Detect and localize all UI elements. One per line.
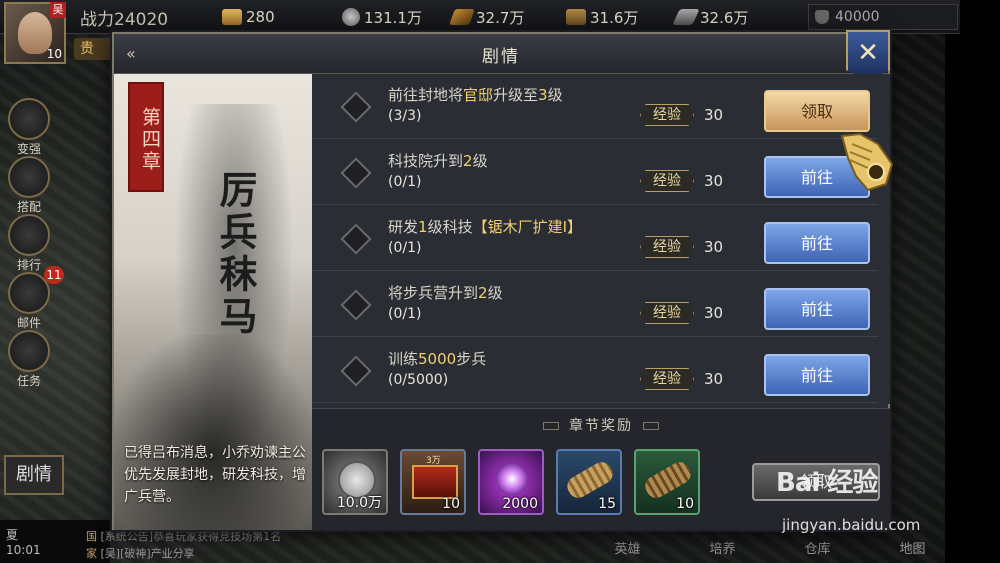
- task-list: 前往封地将官邸升级至3级 (3/3) 经验 30 领取 科技院升到2级 (0/1…: [312, 74, 890, 404]
- story-shortcut-button[interactable]: 剧情: [4, 455, 64, 495]
- task-title: 将步兵营升到2级: [388, 284, 503, 302]
- task-row: 科技院升到2级 (0/1) 经验 30 前往: [312, 140, 878, 205]
- task-title: 科技院升到2级: [388, 152, 488, 170]
- task-row: 前往封地将官邸升级至3级 (3/3) 经验 30 领取: [312, 74, 878, 139]
- claim-button[interactable]: 领取: [764, 90, 870, 132]
- fist-icon: [8, 98, 50, 140]
- xp-value: 30: [704, 304, 724, 322]
- troop-count[interactable]: 40000: [808, 4, 958, 30]
- task-progress: (0/5000): [388, 372, 449, 388]
- task-status-icon: [340, 355, 372, 387]
- top-status-bar: 战力24020 280 131.1万 32.7万 31.6万 32.6万 400…: [0, 0, 960, 34]
- reward-count: 10: [676, 496, 694, 512]
- xp-value: 30: [704, 370, 724, 388]
- tab-heroes[interactable]: 英雄: [614, 538, 640, 557]
- player-level: 10: [46, 47, 62, 61]
- task-progress: (0/1): [388, 174, 422, 190]
- go-button[interactable]: 前往: [764, 222, 870, 264]
- coin-icon[interactable]: 10.0万: [322, 449, 388, 515]
- task-progress: (3/3): [388, 108, 422, 124]
- baidu-watermark: Bai 经验 jingyan.baidu.com: [776, 452, 956, 552]
- task-status-icon: [340, 223, 372, 255]
- player-avatar[interactable]: 吴 10: [4, 2, 66, 64]
- side-button-ranking[interactable]: 排行: [4, 214, 54, 273]
- green-scroll-icon[interactable]: 10: [634, 449, 700, 515]
- chapter-description: 已得吕布消息，小乔劝谏主公优先发展封地，研发科技，增广兵营。: [124, 445, 306, 505]
- task-title: 训练5000步兵: [388, 350, 487, 368]
- rewards-title: 章节奖励: [312, 415, 890, 435]
- chest-tag: 3万: [426, 456, 441, 466]
- food-resource[interactable]: 32.7万: [449, 6, 524, 28]
- reward-count: 15: [598, 496, 616, 512]
- task-status-icon: [340, 157, 372, 189]
- compass-icon: [8, 156, 50, 198]
- chapter-illustration: 第四章 厉兵秣马 已得吕布消息，小乔劝谏主公优先发展封地，研发科技，增广兵营。: [114, 74, 312, 530]
- xp-value: 30: [704, 238, 724, 256]
- task-row: 研发1级科技【锯木厂扩建Ⅰ】 (0/1) 经验 30 前往: [312, 206, 878, 271]
- watermark-url: jingyan.baidu.com: [782, 516, 921, 534]
- side-button-strengthen[interactable]: 变强: [4, 98, 54, 157]
- task-title: 前往封地将官邸升级至3级: [388, 86, 563, 104]
- tab-train[interactable]: 培养: [709, 538, 735, 557]
- chapter-name: 厉兵秣马: [213, 170, 258, 338]
- reward-count: 10.0万: [336, 495, 382, 511]
- chest-icon[interactable]: 3万 10: [400, 449, 466, 515]
- iron-icon: [672, 9, 700, 25]
- gold-resource[interactable]: 280: [222, 6, 275, 28]
- blue-scroll-icon[interactable]: 15: [556, 449, 622, 515]
- pointer-hand-icon: [840, 132, 894, 192]
- soul-orb-icon[interactable]: 2000: [478, 449, 544, 515]
- dialog-title: 剧情: [482, 47, 520, 67]
- xp-label: 经验: [640, 170, 694, 192]
- go-button[interactable]: 前往: [764, 354, 870, 396]
- story-dialog: « 剧情 ✕ 第四章 厉兵秣马 已得吕布消息，小乔劝谏主公优先发展封地，研发科技…: [112, 30, 890, 530]
- task-progress: (0/1): [388, 240, 422, 256]
- chat-line: 家 [吴][破神]产业分享: [86, 547, 195, 560]
- xp-label: 经验: [640, 236, 694, 258]
- chat-preview[interactable]: 国 [系统公告]恭喜玩家获得竞技场第1名 家 [吴][破神]产业分享: [86, 528, 326, 562]
- close-icon: ✕: [857, 38, 879, 68]
- baidu-logo: Bai 经验: [776, 468, 878, 498]
- task-title: 研发1级科技【锯木厂扩建Ⅰ】: [388, 218, 583, 236]
- reward-count: 10: [442, 496, 460, 512]
- xp-value: 30: [704, 172, 724, 190]
- chat-line: 国 [系统公告]恭喜玩家获得竞技场第1名: [86, 530, 282, 543]
- reward-count: 2000: [502, 496, 538, 512]
- gold-icon: [222, 9, 242, 25]
- coin-icon: [342, 8, 360, 26]
- go-button[interactable]: 前往: [764, 288, 870, 330]
- power-display: 战力24020: [80, 10, 169, 30]
- bar-chart-icon: [8, 214, 50, 256]
- faction-tag: 吴: [50, 2, 66, 18]
- food-icon: [449, 9, 475, 25]
- xp-value: 30: [704, 106, 724, 124]
- task-row: 训练5000步兵 (0/5000) 经验 30 前往: [312, 338, 878, 403]
- close-button[interactable]: ✕: [846, 30, 890, 80]
- wood-resource[interactable]: 31.6万: [566, 6, 638, 28]
- mail-badge: 11: [44, 266, 64, 284]
- task-row: 将步兵营升到2级 (0/1) 经验 30 前往: [312, 272, 878, 337]
- xp-label: 经验: [640, 368, 694, 390]
- iron-resource[interactable]: 32.6万: [672, 6, 748, 28]
- task-status-icon: [340, 91, 372, 123]
- task-icon: [8, 330, 50, 372]
- task-status-icon: [340, 289, 372, 321]
- side-button-match[interactable]: 搭配: [4, 156, 54, 215]
- task-progress: (0/1): [388, 306, 422, 322]
- xp-label: 经验: [640, 302, 694, 324]
- xp-label: 经验: [640, 104, 694, 126]
- chapter-seal: 第四章: [128, 82, 164, 192]
- coin-resource[interactable]: 131.1万: [342, 6, 422, 28]
- wood-icon: [566, 9, 586, 25]
- dialog-header: « 剧情: [114, 34, 888, 74]
- side-button-tasks[interactable]: 任务: [4, 330, 54, 389]
